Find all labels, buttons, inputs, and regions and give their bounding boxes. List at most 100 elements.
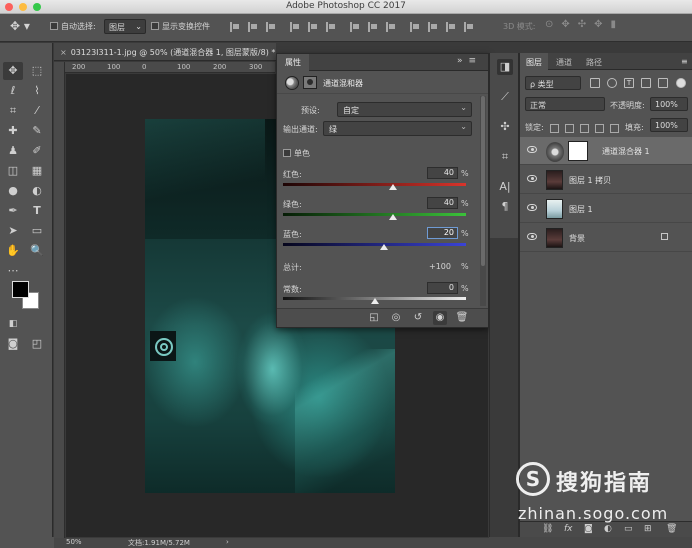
align-right-icon[interactable] bbox=[326, 22, 336, 32]
distribute-top-icon[interactable] bbox=[350, 22, 360, 32]
link-icon[interactable]: ⛓ bbox=[542, 524, 553, 534]
mask-icon[interactable]: ◙ bbox=[584, 524, 593, 534]
zoom-tool-icon[interactable]: 🔍 bbox=[27, 242, 47, 260]
tab-paths[interactable]: 路径 bbox=[580, 53, 608, 70]
lock-all-icon[interactable] bbox=[610, 124, 619, 133]
visibility-eye-icon[interactable]: ◉ bbox=[433, 311, 447, 325]
lock-transparent-icon[interactable] bbox=[550, 124, 559, 133]
lasso-tool-icon[interactable]: ℓ bbox=[3, 82, 23, 100]
properties-scrollbar[interactable] bbox=[480, 96, 486, 306]
pixel-filter-icon[interactable] bbox=[590, 78, 600, 88]
history-brush-tool-icon[interactable]: ✐ bbox=[27, 142, 47, 160]
lock-image-icon[interactable] bbox=[565, 124, 574, 133]
lock-artboard-icon[interactable] bbox=[595, 124, 604, 133]
dodge-tool-icon[interactable]: ◐ bbox=[27, 182, 47, 200]
green-channel-slider[interactable] bbox=[283, 213, 466, 216]
character-panel-icon[interactable]: A| bbox=[497, 179, 513, 195]
distribute-bottom-icon[interactable] bbox=[386, 22, 396, 32]
type-filter-icon[interactable]: T bbox=[624, 78, 634, 88]
layer-filter-dropdown[interactable]: ρ 类型 bbox=[525, 76, 581, 90]
distribute-right-icon[interactable] bbox=[446, 22, 456, 32]
layer-row-background[interactable]: 背景 bbox=[520, 224, 692, 252]
panel-menu-icon[interactable]: ≡ bbox=[675, 53, 692, 70]
zoom-level[interactable]: 50% bbox=[66, 538, 82, 546]
brush-settings-icon[interactable]: ⟋ bbox=[497, 89, 513, 105]
view-previous-state-icon[interactable]: ◎ bbox=[389, 311, 403, 325]
layer-row-copy[interactable]: 图层 1 拷贝 bbox=[520, 166, 692, 194]
trash-icon[interactable]: 🗑 bbox=[666, 524, 677, 534]
smart-object-filter-icon[interactable] bbox=[658, 78, 668, 88]
distribute-hcenter-icon[interactable] bbox=[428, 22, 438, 32]
align-left-icon[interactable] bbox=[290, 22, 300, 32]
align-bottom-icon[interactable] bbox=[266, 22, 276, 32]
auto-select-checkbox[interactable]: 自动选择: bbox=[50, 21, 96, 32]
reset-icon[interactable]: ↺ bbox=[411, 311, 425, 325]
screen-mode-icon[interactable]: ◰ bbox=[27, 335, 47, 353]
shape-tool-icon[interactable]: ▭ bbox=[27, 222, 47, 240]
brush-tool-icon[interactable]: ✎ bbox=[27, 122, 47, 140]
green-channel-slider-thumb[interactable] bbox=[388, 214, 397, 220]
visibility-eye-icon[interactable] bbox=[527, 233, 537, 240]
clip-to-layer-icon[interactable]: ◱ bbox=[367, 311, 381, 325]
eyedropper-tool-icon[interactable]: ⁄ bbox=[27, 102, 47, 120]
move-tool-icon[interactable]: ✥ bbox=[3, 62, 23, 80]
marquee-tool-icon[interactable]: ⬚ bbox=[27, 62, 47, 80]
tab-channels[interactable]: 通道 bbox=[550, 53, 578, 70]
distribute-vcenter-icon[interactable] bbox=[368, 22, 378, 32]
default-colors-icon[interactable]: ◧ bbox=[3, 315, 23, 333]
paragraph-panel-icon[interactable]: ¶ bbox=[497, 199, 513, 215]
constant-slider-thumb[interactable] bbox=[371, 298, 379, 304]
distribute-left-icon[interactable] bbox=[410, 22, 420, 32]
properties-panel-icon[interactable]: ◨ bbox=[497, 59, 513, 75]
hand-tool-icon[interactable]: ✋ bbox=[3, 242, 23, 260]
adjustment-icon[interactable]: ◐ bbox=[604, 524, 612, 534]
shape-filter-icon[interactable] bbox=[641, 78, 651, 88]
fill-field[interactable]: 100% bbox=[650, 118, 688, 132]
channel-mixer-icon[interactable] bbox=[285, 76, 299, 90]
blur-tool-icon[interactable]: ● bbox=[3, 182, 23, 200]
clone-stamp-tool-icon[interactable]: ♟ bbox=[3, 142, 23, 160]
align-top-icon[interactable] bbox=[230, 22, 240, 32]
document-tab[interactable]: × 03123I311-1.jpg @ 50% (通道混合器 1, 图层蒙版/8)… bbox=[54, 43, 276, 61]
lock-position-icon[interactable] bbox=[580, 124, 589, 133]
layer-row-layer1[interactable]: 图层 1 bbox=[520, 195, 692, 223]
path-select-tool-icon[interactable]: ➤ bbox=[3, 222, 23, 240]
crop-panel-icon[interactable]: ⌗ bbox=[497, 149, 513, 165]
new-layer-icon[interactable]: ⊞ bbox=[644, 524, 652, 534]
delete-adjustment-icon[interactable]: 🗑 bbox=[455, 311, 469, 325]
green-channel-value[interactable]: 40 bbox=[427, 197, 458, 209]
status-menu-chevron-icon[interactable]: › bbox=[226, 538, 229, 546]
close-tab-icon[interactable]: × bbox=[60, 48, 67, 57]
red-channel-slider[interactable] bbox=[283, 183, 466, 186]
visibility-eye-icon[interactable] bbox=[527, 175, 537, 182]
tab-layers[interactable]: 图层 bbox=[520, 53, 548, 70]
blue-channel-slider[interactable] bbox=[283, 243, 466, 246]
blue-channel-value[interactable]: 20 bbox=[427, 227, 458, 239]
fx-icon[interactable]: fx bbox=[564, 524, 573, 534]
preset-dropdown[interactable]: 自定 ⌄ bbox=[337, 102, 472, 117]
monochrome-checkbox[interactable]: 单色 bbox=[283, 148, 310, 159]
more-tools-icon[interactable]: ⋯ bbox=[3, 262, 23, 280]
blue-channel-slider-thumb[interactable] bbox=[379, 244, 388, 250]
auto-align-icon[interactable] bbox=[464, 22, 474, 32]
layer-mask-icon[interactable] bbox=[303, 76, 317, 89]
properties-tab[interactable]: 属性 bbox=[277, 54, 309, 71]
type-tool-icon[interactable]: T bbox=[27, 202, 47, 220]
visibility-eye-icon[interactable] bbox=[527, 204, 537, 211]
panel-menu-icons[interactable]: »≡ bbox=[457, 56, 482, 66]
filter-toggle-icon[interactable] bbox=[676, 78, 686, 88]
output-channel-dropdown[interactable]: 绿 ⌄ bbox=[323, 121, 472, 136]
layer-mask-thumbnail[interactable] bbox=[568, 141, 588, 161]
eraser-tool-icon[interactable]: ◫ bbox=[3, 162, 23, 180]
pen-tool-icon[interactable]: ✒ bbox=[3, 202, 23, 220]
constant-value[interactable]: 0 bbox=[427, 282, 458, 294]
foreground-color-swatch[interactable] bbox=[12, 281, 29, 298]
red-channel-value[interactable]: 40 bbox=[427, 167, 458, 179]
3d-mode-icons[interactable]: ⊙✥✣✥▮ bbox=[545, 19, 624, 30]
layer-row-channel-mixer[interactable]: 通道混合器 1 bbox=[520, 137, 692, 165]
blend-mode-dropdown[interactable]: 正常 bbox=[525, 97, 605, 111]
red-channel-slider-thumb[interactable] bbox=[388, 184, 397, 190]
tool-presets-icon[interactable]: ✣ bbox=[497, 119, 513, 135]
gradient-tool-icon[interactable]: ▦ bbox=[27, 162, 47, 180]
quick-select-tool-icon[interactable]: ⌇ bbox=[27, 82, 47, 100]
